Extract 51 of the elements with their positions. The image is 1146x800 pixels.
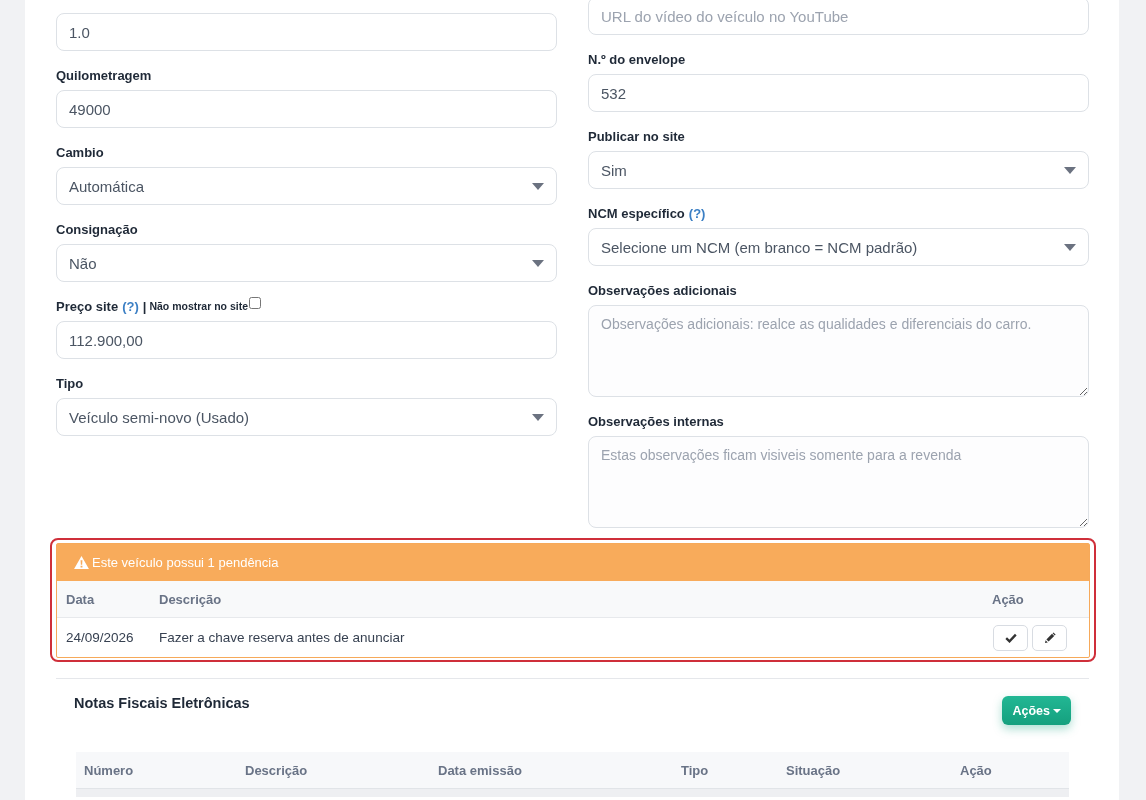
field-label: NCM específico [588, 205, 685, 221]
text-field[interactable]: 532 [588, 74, 1089, 112]
textarea-field[interactable]: Estas observações ficam visiveis somente para a revenda [588, 436, 1089, 528]
field-label: N.º do envelope [588, 51, 686, 67]
alert-title: Este veículo possui 1 pendência [92, 555, 279, 570]
help-link[interactable]: (?) [688, 205, 706, 221]
checkbox[interactable] [249, 297, 261, 309]
column-header: Tipo [680, 762, 710, 778]
column-header: Situação [785, 762, 842, 778]
text-field[interactable]: 112.900,00 [56, 321, 557, 359]
column-header: Número [83, 762, 135, 778]
section-title: Notas Fiscais Eletrônicas [74, 694, 250, 713]
column-header: Descrição [158, 591, 223, 607]
check-icon [1004, 632, 1017, 643]
text-field[interactable]: URL do vídeo do veículo no YouTube [588, 0, 1089, 35]
pencil-icon [1043, 631, 1056, 644]
field-label: Cambio [56, 144, 104, 160]
caret-icon [1064, 243, 1076, 251]
checkbox-label: Não mostrar no site [149, 300, 248, 312]
select-field[interactable]: Automática [56, 167, 557, 205]
column-header: Ação [991, 591, 1025, 607]
confirm-button[interactable] [993, 624, 1028, 651]
caret-icon [532, 413, 544, 421]
caret-icon [532, 182, 544, 190]
text-field[interactable]: 1.0 [56, 13, 557, 51]
field-label: Preço site [56, 298, 119, 314]
field-label: Observações adicionais [588, 282, 737, 298]
field-label: Publicar no site [588, 128, 685, 144]
select-field[interactable]: Sim [588, 151, 1089, 189]
column-header: Data emissão [437, 762, 523, 778]
caret-icon [532, 259, 544, 267]
table-cell-text: Fazer a chave reserva antes de anunciar [158, 630, 406, 645]
field-label: Quilometragem [56, 67, 152, 83]
caret-icon [1053, 708, 1061, 713]
column-header: Descrição [244, 762, 309, 778]
textarea-field[interactable]: Observações adicionais: realce as qualidades e diferenciais do carro. [588, 305, 1089, 397]
field-label: Consignação [56, 221, 138, 237]
text-field[interactable]: 49000 [56, 90, 557, 128]
field-label: Tipo [56, 375, 84, 391]
select-field[interactable]: Selecione um NCM (em branco = NCM padrão) [588, 228, 1089, 266]
warning-icon [74, 556, 89, 569]
help-link[interactable]: (?) [122, 298, 139, 314]
select-field[interactable]: Veículo semi-novo (Usado) [56, 398, 557, 436]
caret-icon [1064, 166, 1076, 174]
column-header: Data [65, 591, 96, 607]
table-cell-text: 24/09/2026 [65, 630, 135, 645]
select-field[interactable]: Não [56, 244, 557, 282]
separator: | [142, 298, 147, 314]
field-label: Observações internas [588, 413, 724, 429]
column-header: Ação [959, 762, 993, 778]
edit-button[interactable] [1032, 624, 1067, 651]
